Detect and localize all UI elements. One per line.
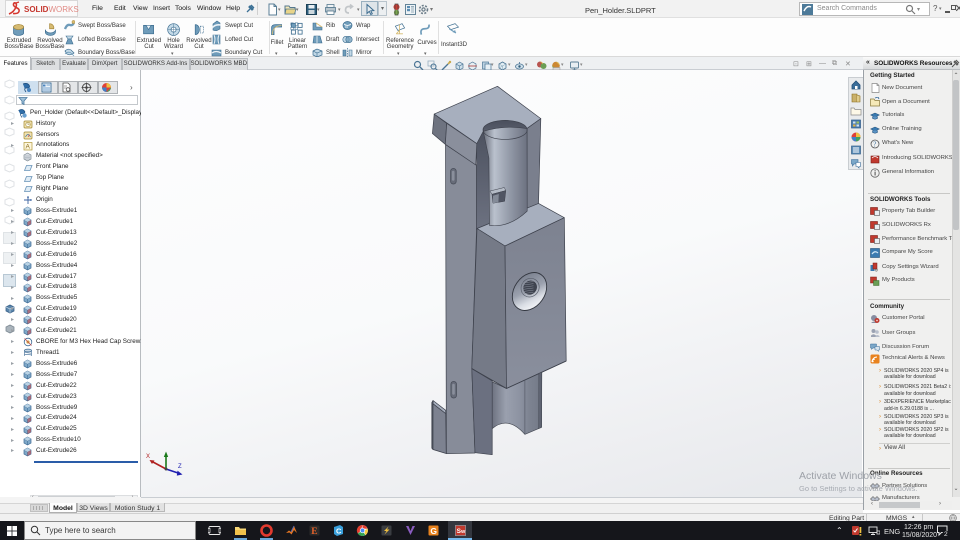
svg-text:Z: Z [178,464,182,470]
svg-text:SW: SW [457,528,466,535]
svg-text:2: 2 [944,531,948,537]
svg-text:G: G [430,526,437,536]
svg-text:E: E [311,527,317,537]
svg-text:X: X [146,454,150,460]
svg-text:⚙: ⚙ [875,268,879,273]
svg-text:?: ? [873,140,876,148]
svg-text:C: C [336,527,342,536]
